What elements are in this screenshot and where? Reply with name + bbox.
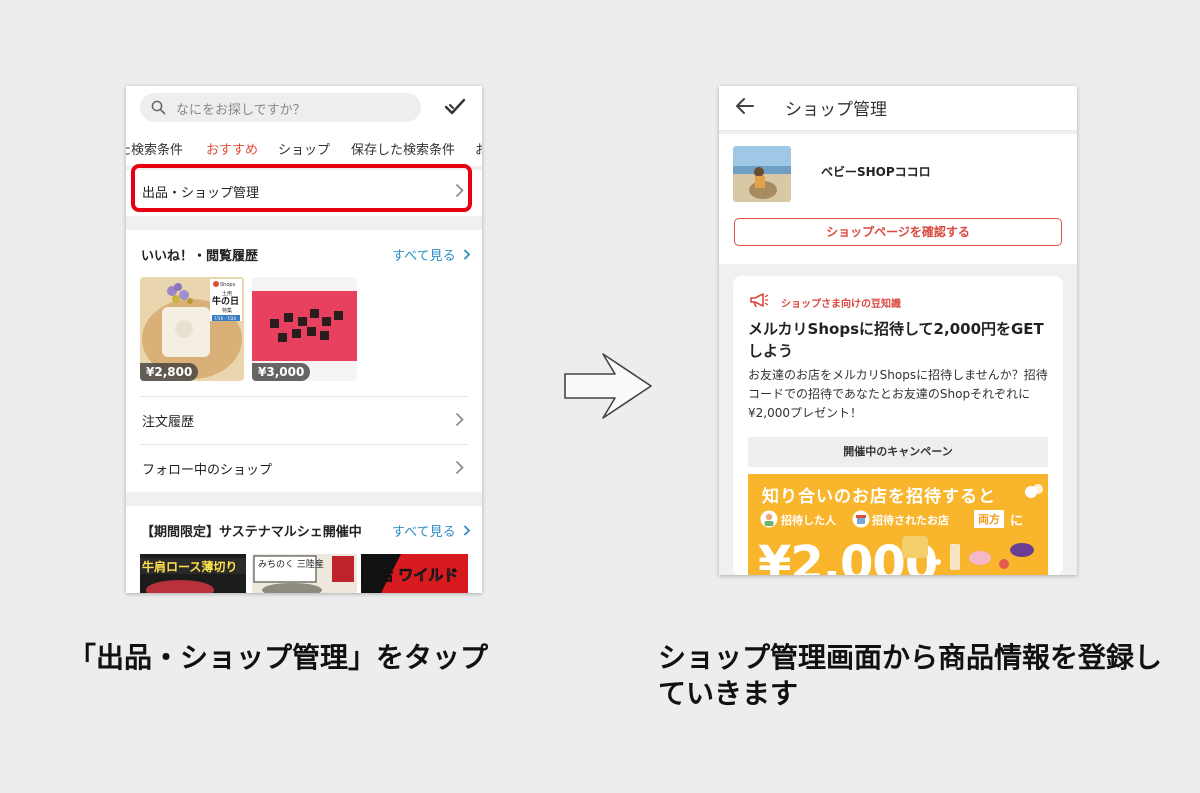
- campaign-see-all-link[interactable]: すべて見る: [392, 521, 471, 540]
- see-all-label: すべて見る: [392, 525, 456, 540]
- tab-shops[interactable]: ショップ: [278, 139, 330, 158]
- banner-image: 復活 ワイルド: [361, 554, 468, 593]
- shops-logo-icon: [1025, 484, 1043, 498]
- storefront-icon: [852, 510, 870, 528]
- promo-particle: に: [1010, 514, 1024, 529]
- likes-section-title: いいね！・閲覧履歴: [141, 249, 259, 264]
- shop-avatar-image: [733, 146, 791, 202]
- see-all-label: すべて見る: [392, 249, 456, 264]
- price-tag: ¥3,000: [252, 363, 311, 381]
- tips-heading: メルカリShopsに招待して2,000円をGETしよう: [748, 320, 1044, 360]
- banner-image: 牛肩ロース薄切り: [140, 554, 246, 593]
- search-placeholder: なにをお探しですか？: [176, 103, 306, 118]
- checkmark-icon[interactable]: [444, 97, 466, 117]
- shop-info-panel: ベビーSHOPココロ ショップページを確認する: [719, 134, 1077, 264]
- promo-inviter: 招待した人: [781, 514, 836, 527]
- campaign-banner[interactable]: 復活 ワイルド: [361, 554, 468, 593]
- likes-see-all-link[interactable]: すべて見る: [392, 245, 471, 264]
- tips-label: ショップさま向けの豆知識: [781, 299, 901, 310]
- campaign-banner[interactable]: みちのく 三陸産: [252, 554, 357, 593]
- tab-bar: た検索条件 おすすめ ショップ 保存した検索条件 お: [126, 134, 482, 162]
- decoration-goods: [902, 536, 1034, 570]
- tab-saved-partial[interactable]: た検索条件: [126, 139, 183, 158]
- back-arrow-icon[interactable]: [735, 96, 755, 116]
- chevron-right-icon: [463, 525, 470, 536]
- caption-right: ショップ管理画面から商品情報を登録していきます: [658, 641, 1163, 710]
- person-icon: [760, 510, 778, 528]
- search-input[interactable]: なにをお探しですか？: [140, 93, 421, 122]
- chevron-right-icon: [455, 412, 464, 427]
- separator: [126, 216, 482, 230]
- promo-invitee: 招待されたお店: [872, 514, 949, 527]
- order-history-row[interactable]: 注文履歴: [140, 397, 468, 443]
- right-phone-screen: ショップ管理 ベビーSHOPココロ ショップページを確認する ショップさま向けの…: [719, 86, 1077, 575]
- campaign-section-title: 【期間限定】サステナマルシェ開催中: [141, 525, 362, 540]
- promo-banner[interactable]: 知り合いのお店を招待すると 招待した人 招待されたお店 両方 に ¥2,000: [748, 474, 1048, 575]
- megaphone-icon: [750, 293, 769, 308]
- badge-line2: 牛の日: [212, 295, 239, 307]
- campaign-banner[interactable]: 牛肩ロース薄切り: [140, 554, 246, 593]
- promo-headline: 知り合いのお店を招待すると: [762, 487, 996, 507]
- tab-saved-searches[interactable]: 保存した検索条件: [351, 139, 455, 158]
- header-bar: ショップ管理: [719, 86, 1077, 131]
- tips-body: お友達のお店をメルカリShopsに招待しませんか？招待コードでの招待であなたとお…: [748, 368, 1048, 420]
- following-shops-row[interactable]: フォロー中のショップ: [140, 445, 468, 491]
- badge-line3: 特集: [222, 307, 232, 314]
- arrow-right-icon: [564, 353, 652, 419]
- left-phone-screen: なにをお探しですか？ た検索条件 おすすめ ショップ 保存した検索条件 お 出品…: [126, 86, 482, 593]
- shop-avatar[interactable]: [733, 146, 791, 202]
- search-bar-row: なにをお探しですか？: [126, 86, 482, 130]
- banner-text: 牛肩ロース薄切り: [142, 559, 237, 574]
- campaign-bar: 開催中のキャンペーン: [748, 437, 1048, 467]
- tips-card[interactable]: ショップさま向けの豆知識 メルカリShopsに招待して2,000円をGETしよう…: [733, 276, 1063, 575]
- badge-dates: 7/19 - 7/24: [214, 316, 236, 321]
- order-history-label: 注文履歴: [142, 415, 195, 430]
- separator: [126, 492, 482, 506]
- banner-text: 復活 ワイルド: [362, 566, 458, 584]
- promo-both-badge: 両方: [974, 510, 1004, 528]
- badge-line1: 土用: [222, 290, 232, 297]
- banner-image: みちのく 三陸産: [252, 554, 357, 593]
- page-title: ショップ管理: [785, 100, 887, 120]
- price-tag: ¥2,800: [140, 363, 199, 381]
- chevron-right-icon: [455, 460, 464, 475]
- view-shop-page-button[interactable]: ショップページを確認する: [734, 218, 1062, 246]
- search-icon: [151, 100, 166, 115]
- banner-text: みちのく 三陸産: [258, 558, 324, 570]
- following-shops-label: フォロー中のショップ: [142, 463, 273, 478]
- tab-recommended[interactable]: おすすめ: [206, 139, 258, 158]
- shops-logo-text: Shops: [220, 282, 236, 288]
- highlight-frame: [131, 164, 472, 212]
- shop-name: ベビーSHOPココロ: [821, 165, 931, 179]
- tab-overflow-partial[interactable]: お: [475, 139, 482, 158]
- caption-left: 「出品・ショップ管理」をタップ: [68, 641, 489, 674]
- product-thumb[interactable]: Shops 土用 牛の日 特集 7/19 - 7/24 ¥2,800: [140, 277, 244, 381]
- chevron-right-icon: [463, 249, 470, 260]
- product-thumb[interactable]: ¥3,000: [252, 277, 357, 381]
